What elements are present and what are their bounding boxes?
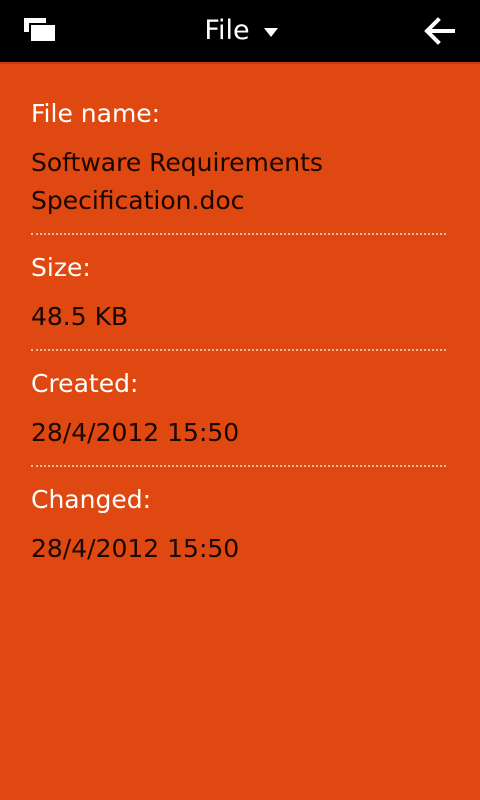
- size-label: Size:: [31, 253, 91, 282]
- title-group: File: [0, 0, 480, 62]
- title-menu-button[interactable]: File: [202, 0, 278, 62]
- switcher-front-card: [29, 23, 57, 43]
- changed-label: Changed:: [31, 485, 152, 514]
- created-field: Created: 28/4/2012 15:50: [31, 366, 446, 452]
- file-details-screen: File File name: Software Requirements Sp…: [0, 0, 480, 800]
- file-name-label: File name:: [31, 99, 161, 128]
- details-panel: File name: Software Requirements Specifi…: [0, 62, 480, 800]
- divider: [31, 233, 446, 235]
- changed-field: Changed: 28/4/2012 15:50: [31, 482, 446, 568]
- back-arrow-icon[interactable]: [422, 14, 456, 48]
- file-name-value-line1: Software Requirements: [31, 148, 323, 177]
- divider: [31, 349, 446, 351]
- created-value: 28/4/2012 15:50: [31, 418, 240, 447]
- title-bar: File: [0, 0, 480, 62]
- file-name-value-line2: Specification.doc: [31, 186, 245, 215]
- chevron-down-icon: [263, 27, 278, 37]
- divider: [31, 465, 446, 467]
- changed-value: 28/4/2012 15:50: [31, 534, 240, 563]
- task-switcher-icon[interactable]: [24, 18, 57, 44]
- file-name-field: File name: Software Requirements Specifi…: [31, 96, 446, 220]
- back-arrow-graphic: [424, 17, 455, 45]
- page-title: File: [204, 15, 250, 46]
- created-label: Created:: [31, 369, 139, 398]
- size-field: Size: 48.5 KB: [31, 250, 446, 336]
- file-name-value: Software Requirements Specification.doc: [31, 144, 446, 220]
- size-value: 48.5 KB: [31, 302, 129, 331]
